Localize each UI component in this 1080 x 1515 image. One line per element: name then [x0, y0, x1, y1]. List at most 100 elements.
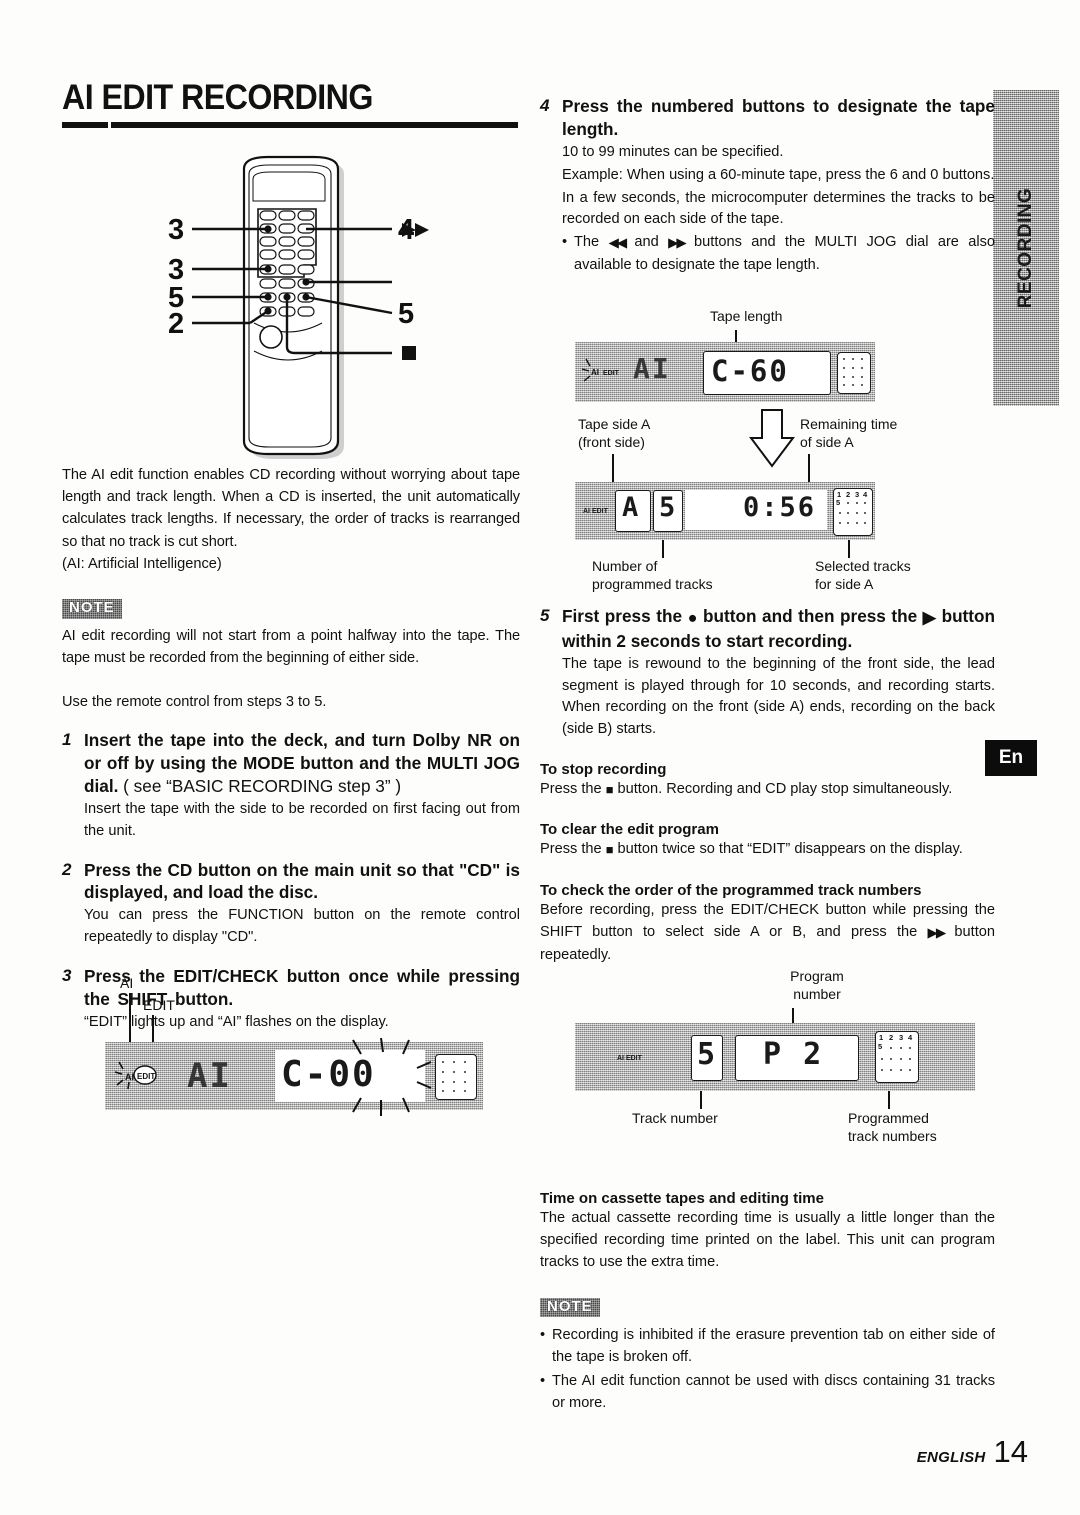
step-3-number: 3 — [62, 966, 72, 986]
lcd-step3-segment-left: AI — [187, 1056, 232, 1096]
lcd-panel-program: AI EDIT 5 P 2 1 2 3 4 5 — [575, 1023, 975, 1091]
side-tab-language-label: En — [998, 747, 1024, 768]
lcd-side-a-indicator: AI EDIT — [583, 508, 608, 515]
fast-forward-icon — [668, 233, 685, 255]
leader-prog-tracks — [662, 540, 664, 558]
intro-paragraph: The AI edit function enables CD recordin… — [62, 467, 520, 550]
caption-track-number: Track number — [632, 1110, 718, 1126]
caption-selected-l1: Selected tracks — [815, 558, 911, 574]
caption-program-l1: Program — [790, 968, 844, 984]
down-arrow-icon — [749, 409, 795, 468]
remote-control-svg — [192, 155, 429, 459]
leader-programmed-tracks — [888, 1091, 890, 1109]
lcd-panel-side-a: AI EDIT A 5 0:56 1 2 3 4 5 — [575, 482, 875, 540]
matrix-label-2: 2 — [846, 490, 851, 499]
lcd-side-a-matrix: 1 2 3 4 5 — [833, 488, 873, 536]
caption-programmed-tracks: Number of programmed tracks — [592, 558, 713, 594]
lcd-diagram-step3: AI EDIT AI EDIT AI C-00 — [105, 975, 505, 1125]
final-note-bullet-1-text: Recording is inhibited if the erasure pr… — [552, 1327, 995, 1366]
final-note-bullet-2-text: The AI edit function cannot be used with… — [552, 1373, 995, 1411]
flash-indicator-icon: AI EDIT — [581, 358, 620, 382]
caption-tape-side-a-l2: (front side) — [578, 433, 645, 450]
matrix-label-3: 3 — [855, 490, 860, 499]
matrix2-label-1: 1 — [879, 1033, 884, 1042]
stop-recording-pre: Press the — [540, 781, 606, 798]
caption-remaining-time: Remaining time of side A — [800, 416, 897, 452]
lcd-panel-tape-length: AI EDIT AI C-60 — [575, 342, 875, 402]
right-column-bottom: Time on cassette tapes and editing time … — [540, 1190, 995, 1415]
lcd-side-a-side-value: A — [622, 492, 641, 523]
clear-program-post: button twice so that “EDIT” disappears o… — [613, 841, 963, 858]
caption-program-number: Program number — [762, 968, 872, 1004]
final-note-bullet-2: • The AI edit function cannot be used wi… — [540, 1371, 995, 1415]
step-4-bullet-mid: and — [625, 234, 669, 251]
step-2-subtext: You can press the FUNCTION button on the… — [84, 907, 520, 946]
step-4-bullet-pre: The — [574, 234, 609, 251]
heading-clear-program: To clear the edit program — [540, 821, 719, 839]
lcd-tape-length-segment-left: AI — [633, 352, 671, 385]
matrix2-label-5: 5 — [878, 1042, 883, 1051]
step-5: 5 First press the button and then press … — [540, 605, 995, 741]
record-icon — [688, 606, 698, 630]
remote-callout-3a: 3 — [168, 214, 185, 246]
step-1-heading-regular: ( see “BASIC RECORDING step 3” ) — [123, 775, 402, 796]
fast-forward-icon — [928, 922, 945, 944]
matrix-label-4: 4 — [863, 490, 868, 499]
stop-recording-post: button. Recording and CD play stop simul… — [613, 781, 953, 798]
manual-page: RECORDING En AI EDIT RECORDING 3 3 5 2 4… — [0, 0, 1080, 1515]
lcd-program-matrix: 1 2 3 4 5 — [875, 1031, 919, 1083]
step-1-number: 1 — [62, 730, 72, 750]
right-column: 4 Press the numbered buttons to designat… — [540, 95, 995, 277]
lcd-tape-length-value: C-60 — [711, 354, 789, 388]
leader-side-a — [612, 454, 614, 482]
bullet-dot-icon: • — [562, 234, 568, 251]
text-stop-recording: Press the button. Recording and CD play … — [540, 778, 995, 801]
leader-track-number — [700, 1091, 702, 1109]
caption-remaining-l1: Remaining time — [800, 416, 898, 432]
caption-programmed-track-numbers: Programmed track numbers — [848, 1110, 937, 1146]
step-5-subtext: The tape is rewound to the beginning of … — [562, 655, 995, 738]
heading-cassette-time: Time on cassette tapes and editing time — [540, 1190, 824, 1207]
leader-remaining — [808, 454, 810, 482]
heading-check-order: To check the order of the programmed tra… — [540, 881, 922, 899]
svg-text:EDIT: EDIT — [137, 1072, 155, 1081]
caption-program-l2: number — [793, 985, 841, 1002]
step-4-line-2: Example: When using a 60-minute tape, pr… — [562, 166, 995, 183]
step-4-number: 4 — [540, 96, 550, 115]
lcd-tape-length-matrix — [837, 352, 871, 394]
step-2-number: 2 — [62, 859, 72, 879]
diagram-tape-length: Tape length AI EDIT AI C-60 Tape side A … — [570, 308, 995, 593]
step-1-heading: Insert the tape into the deck, and turn … — [84, 729, 520, 798]
step-1-subtext: Insert the tape with the side to be reco… — [84, 800, 520, 839]
lcd-step3-label-edit: EDIT — [143, 997, 175, 1013]
caption-tape-length: Tape length — [710, 308, 783, 324]
step-1: 1 Insert the tape into the deck, and tur… — [62, 729, 520, 842]
step-4-line-1: 10 to 99 minutes can be specified. — [562, 143, 784, 160]
matrix2-label-4: 4 — [908, 1033, 913, 1042]
lcd-step3-label-ai: AI — [120, 975, 134, 991]
lcd-side-a-time-value: 0:56 — [743, 492, 817, 523]
diagram-program-number: Program number AI EDIT 5 P 2 1 2 3 4 5 T… — [570, 968, 995, 1146]
step-4: 4 Press the numbered buttons to designat… — [540, 95, 995, 277]
step-2-heading: Press the CD button on the main unit so … — [84, 859, 520, 903]
title-rule — [62, 122, 518, 128]
play-icon — [923, 606, 936, 629]
step-4-bullet-text: The and buttons and the MULTI JOG dial a… — [574, 232, 995, 277]
caption-progtracks-l1: Number of — [592, 558, 658, 574]
page-footer: ENGLISH 14 — [917, 1434, 1028, 1470]
remote-control-illustration: 3 3 5 2 4 5 — [62, 155, 520, 460]
matrix-label-5: 5 — [836, 498, 841, 507]
caption-selected-l2: for side A — [815, 575, 874, 592]
step-4-bullet: • The and buttons and the MULTI JOG dial… — [562, 232, 995, 277]
svg-text:AI: AI — [591, 368, 599, 377]
lcd-step3-leader-edit — [152, 1015, 154, 1043]
step-5-number: 5 — [540, 606, 550, 625]
svg-text:AI: AI — [125, 1072, 134, 1082]
leader-selected-tracks — [848, 540, 850, 558]
remote-callout-2: 2 — [168, 308, 185, 340]
caption2-progtracks-l2: track numbers — [848, 1127, 937, 1144]
text-clear-program: Press the button twice so that “EDIT” di… — [540, 838, 995, 861]
caption-progtracks-l2: programmed tracks — [592, 575, 713, 592]
caption-tape-side-a-l1: Tape side A — [578, 416, 651, 432]
svg-text:EDIT: EDIT — [603, 370, 620, 377]
